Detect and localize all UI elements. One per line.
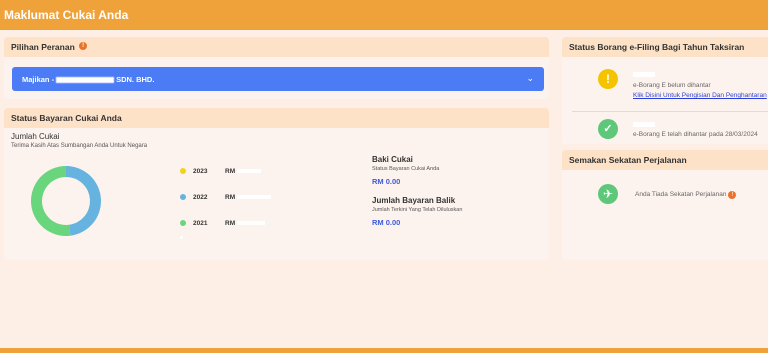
tax-payment-status-card: Status Bayaran Cukai Anda Jumlah Cukai T…: [4, 108, 549, 260]
balance-value: RM 0.00: [372, 177, 401, 186]
legend-amount-2022: RM: [225, 194, 236, 201]
efiling-link-text[interactable]: Klik Disini Untuk Pengisian Dan Penghant…: [633, 92, 767, 99]
refund-subtitle: Jumlah Terkini Yang Telah Diluluskan: [372, 207, 463, 213]
chevron-down-icon[interactable]: ⌄: [526, 73, 534, 84]
travel-card-title: Semakan Sekatan Perjalanan: [569, 155, 687, 165]
role-dropdown-value: Majikan - SDN. BHD.: [22, 75, 154, 84]
warning-icon: !: [598, 69, 618, 89]
airplane-icon: ✈: [598, 184, 618, 204]
info-icon[interactable]: !: [79, 42, 88, 50]
role-selection-card: Pilihan Peranan ! Majikan - SDN. BHD. ⌄: [4, 37, 549, 99]
travel-restriction-card: Semakan Sekatan Perjalanan ✈ Anda Tiada …: [562, 150, 768, 260]
role-suffix: SDN. BHD.: [116, 75, 155, 84]
refund-value: RM 0.00: [372, 218, 401, 227]
travel-card-header: Semakan Sekatan Perjalanan: [562, 150, 768, 170]
total-tax-label: Jumlah Cukai: [11, 132, 60, 141]
legend-item-2022: 2022 RM: [180, 194, 272, 201]
top-header-bar: Maklumat Cukai Anda: [0, 0, 768, 30]
donut-slice-2022[interactable]: [66, 166, 102, 236]
legend-dot-2021: [180, 220, 186, 227]
payment-card-title: Status Bayaran Cukai Anda: [11, 113, 122, 123]
legend-item-2021: 2021 RM: [180, 220, 266, 227]
legend-year-2021: 2021: [193, 220, 208, 227]
donut-slice-2021[interactable]: [31, 166, 71, 236]
redacted-amount: [237, 169, 262, 174]
legend-item-2023: 2023 RM: [180, 168, 262, 175]
redacted-amount: [237, 221, 266, 226]
legend-amount-2021: RM: [225, 220, 236, 227]
legend-dot-2022: [180, 194, 186, 201]
legend-year-2023: 2023: [193, 168, 208, 175]
efiling-item2-status: e-Borang E telah dihantar pada 28/03/202…: [633, 131, 758, 138]
efiling-card-title: Status Borang e-Filing Bagi Tahun Taksir…: [569, 42, 745, 52]
page-title: Maklumat Cukai Anda: [4, 8, 129, 22]
redacted-year: [633, 122, 655, 127]
tax-donut-chart: [31, 166, 102, 236]
refund-title: Jumlah Bayaran Balik: [372, 196, 456, 205]
travel-status-text: Anda Tiada Sekatan Perjalanan!: [635, 191, 737, 199]
check-icon: ✓: [598, 119, 618, 139]
role-card-header: Pilihan Peranan !: [4, 37, 549, 57]
legend-year-2022: 2022: [193, 194, 208, 201]
info-icon[interactable]: !: [728, 191, 737, 199]
divider: [572, 111, 768, 112]
role-dropdown[interactable]: Majikan - SDN. BHD. ⌄: [12, 67, 544, 91]
redacted-amount: [237, 195, 272, 200]
legend-amount-2023: RM: [225, 168, 236, 175]
legend-extra-dot: [180, 236, 183, 239]
redacted-year: [633, 72, 655, 77]
efiling-status-card: Status Borang e-Filing Bagi Tahun Taksir…: [562, 37, 768, 144]
efiling-card-header: Status Borang e-Filing Bagi Tahun Taksir…: [562, 37, 768, 57]
balance-subtitle: Status Bayaran Cukai Anda: [372, 166, 440, 172]
efiling-submit-link[interactable]: Klik Disini Untuk Pengisian Dan Penghant…: [633, 92, 767, 99]
travel-status-label: Anda Tiada Sekatan Perjalanan: [635, 191, 727, 198]
legend-dot-2023: [180, 168, 186, 175]
bottom-accent-bar: [0, 348, 768, 353]
payment-card-header: Status Bayaran Cukai Anda: [4, 108, 549, 128]
balance-title: Baki Cukai: [372, 155, 413, 164]
efiling-item1-status: e-Borang E belum dihantar: [633, 82, 711, 89]
role-prefix: Majikan -: [22, 75, 55, 84]
redacted-company-name: [56, 77, 115, 84]
role-card-title: Pilihan Peranan: [11, 42, 75, 52]
thanks-text: Terima Kasih Atas Sumbangan Anda Untuk N…: [11, 143, 148, 149]
